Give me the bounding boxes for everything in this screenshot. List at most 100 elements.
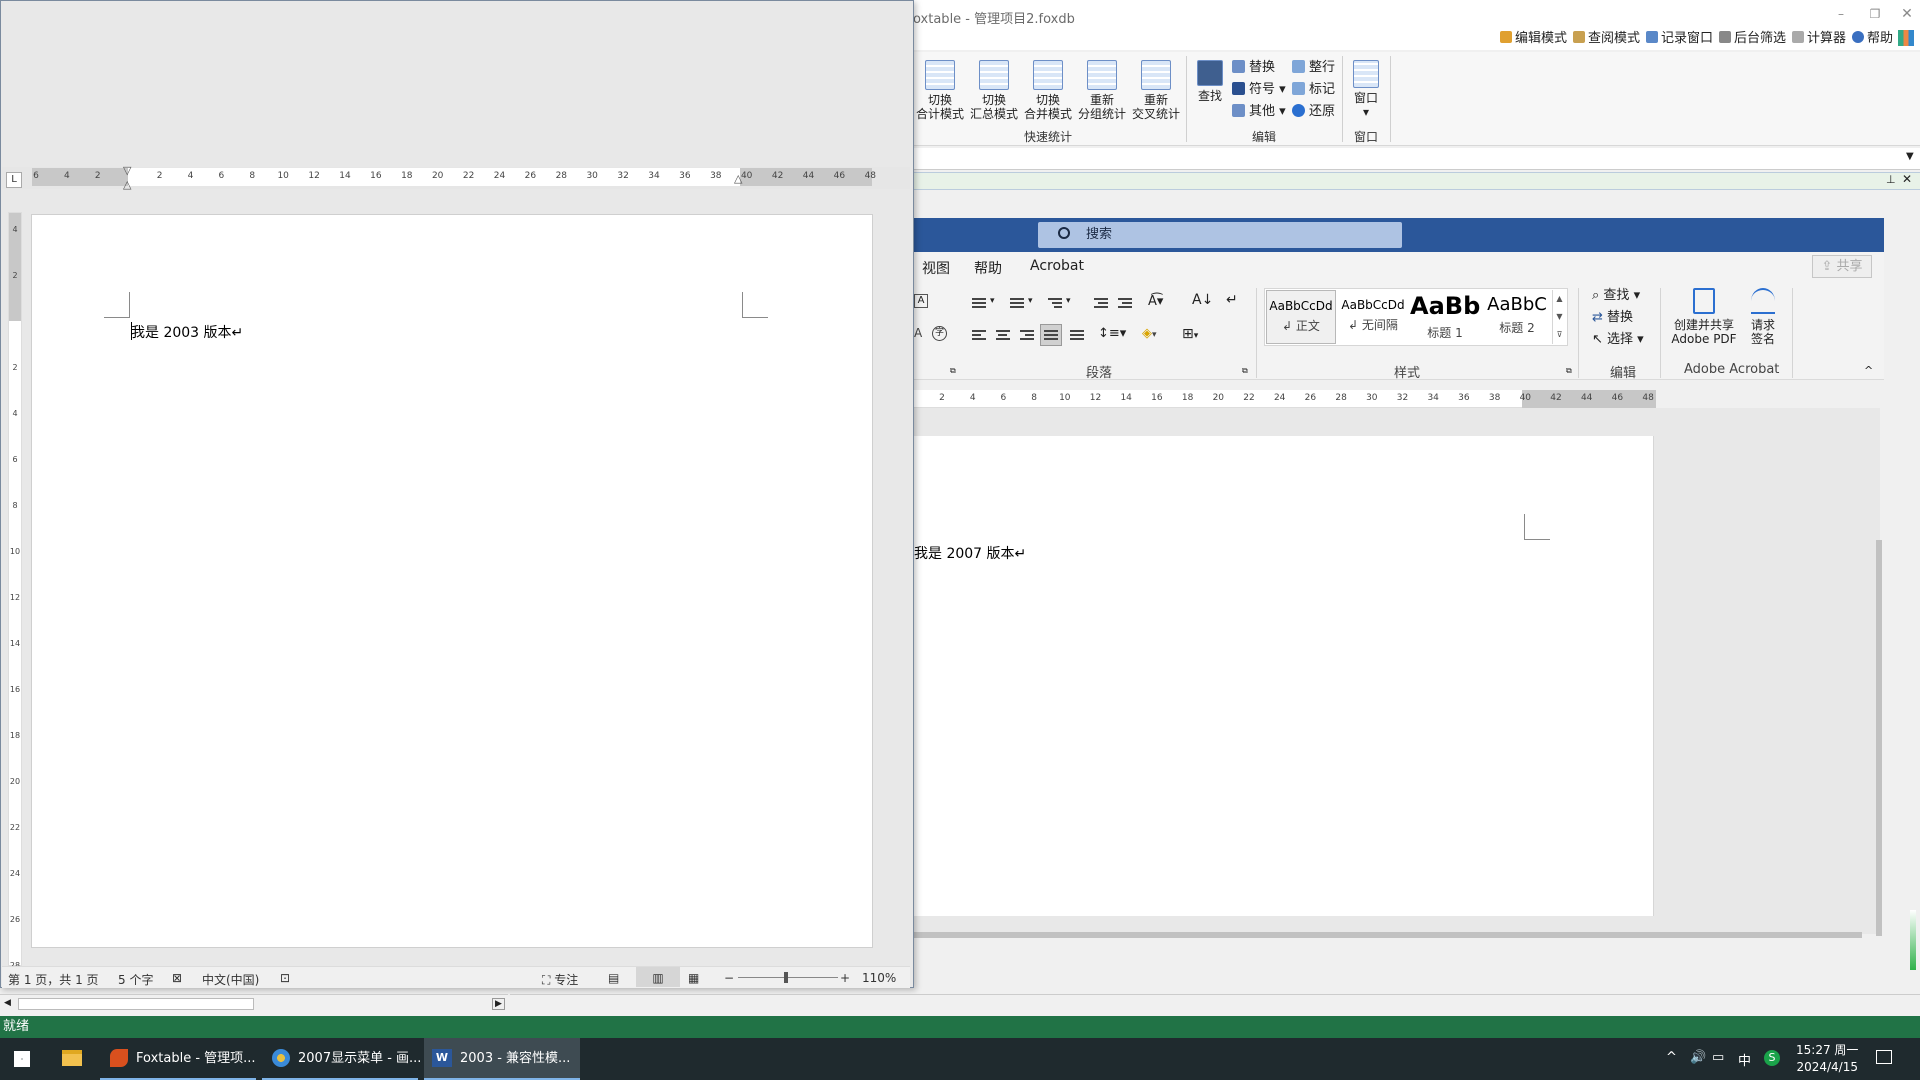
restore-action-button[interactable]: 还原 [1292,102,1335,122]
find-button[interactable]: ⌕ 查找 ▾ [1592,286,1640,306]
edit-mode-button[interactable]: 编辑模式 [1500,30,1567,48]
switch-total-mode-button[interactable]: 切换 合计模式 [914,60,966,121]
show-marks-icon[interactable]: ↵ [1226,292,1238,308]
word2003-horizontal-ruler[interactable]: 6 4 2 2 4 6 8 10 12 14 16 18 20 22 24 26 28 30 32 34 36 38 40 4… [32,168,876,186]
horizontal-scrollbar[interactable] [912,932,1862,938]
char-border-icon[interactable]: A [914,294,928,308]
restore-button[interactable]: ❐ [1864,4,1886,24]
align-right-icon[interactable] [1018,328,1036,342]
word2003-vertical-ruler[interactable]: 42246810121416182022242628 [8,212,22,970]
zoom-slider-thumb[interactable] [784,972,788,983]
align-center-icon[interactable] [994,328,1012,342]
help-button[interactable]: 帮助 [1852,30,1893,48]
share-button[interactable]: ⇪ 共享 [1812,255,1872,278]
recross-stats-button[interactable]: 重新 交叉统计 [1130,60,1182,121]
style-heading-1[interactable]: AaBb 标题 1 [1410,290,1480,344]
first-line-indent-marker[interactable]: ▽ [123,164,131,177]
zoom-level[interactable]: 110% [862,971,896,985]
collapse-ribbon-icon[interactable]: ^ [1864,364,1873,377]
mark-button[interactable]: 标记 [1292,80,1335,100]
increase-indent-icon[interactable] [1116,296,1134,310]
borders-icon[interactable]: ⊞▾ [1182,326,1198,342]
tab-acrobat[interactable]: Acrobat [1030,258,1084,274]
zoom-slider[interactable] [738,977,838,978]
replace-button[interactable]: ⇄ 替换 [1592,308,1633,328]
taskbar-app-foxtable[interactable]: Foxtable - 管理项... [100,1038,256,1080]
style-heading-2[interactable]: AaBbC 标题 2 [1482,290,1552,344]
taskbar-app-word[interactable]: W 2003 - 兼容性模... [424,1038,580,1080]
numbering-icon[interactable] [1008,296,1026,310]
create-share-pdf-button[interactable]: 创建并共享 Adobe PDF [1664,288,1744,346]
web-layout-icon[interactable]: ▦ [688,971,699,985]
style-normal[interactable]: AaBbCcDd ↲ 正文 [1266,290,1336,344]
scroll-right-icon[interactable]: ▶ [492,998,505,1010]
justify-icon[interactable] [1040,324,1062,346]
word2003-document-text[interactable]: 我是 2003 版本↵ [131,322,243,342]
switch-summary-mode-button[interactable]: 切换 汇总模式 [968,60,1020,121]
window-menu-button[interactable]: 窗口 ▾ [1346,60,1386,119]
word2007-document-text[interactable]: 我是 2007 版本↵ [914,543,1026,563]
pin-icon[interactable]: ⊥ [1886,173,1896,186]
tab-help[interactable]: 帮助 [974,258,1002,278]
record-window-button[interactable]: 记录窗口 [1646,30,1713,48]
other-button[interactable]: 其他 ▾ [1232,102,1286,122]
style-no-spacing[interactable]: AaBbCcDd ↲ 无间隔 [1338,290,1408,344]
foxtable-address-bar[interactable] [912,148,1920,170]
volume-icon[interactable]: 🔊 [1690,1050,1706,1065]
decrease-indent-icon[interactable] [1092,296,1110,310]
chevron-down-icon[interactable]: ▾ [1066,296,1071,306]
replace-button[interactable]: 替换 [1232,58,1275,78]
focus-button[interactable]: ⛶ 专注 [542,971,578,988]
zoom-in-button[interactable]: + [840,971,850,985]
symbol-button[interactable]: 符号 ▾ [1232,80,1286,100]
distributed-icon[interactable] [1068,328,1086,342]
scroll-thumb[interactable] [18,998,254,1010]
word-count[interactable]: 5 个字 [118,971,153,988]
sogou-icon[interactable]: S [1764,1050,1780,1066]
chevron-down-icon[interactable]: ▾ [990,296,995,306]
scroll-left-icon[interactable]: ◀ [4,998,11,1008]
print-layout-icon[interactable]: ▥ [636,967,680,987]
page-count[interactable]: 第 1 页，共 1 页 [8,971,99,988]
calculator-button[interactable]: 计算器 [1792,30,1846,48]
vertical-scrollbar[interactable] [1876,540,1882,936]
start-button[interactable] [14,1051,30,1067]
search-input[interactable]: 搜索 [1038,222,1402,248]
notifications-icon[interactable] [1876,1050,1892,1064]
language-indicator[interactable]: 中文(中国) [202,971,259,988]
close-button[interactable]: ✕ [1896,4,1918,24]
whole-row-button[interactable]: 整行 [1292,58,1335,78]
sort-icon[interactable]: A↓ [1192,292,1213,308]
file-explorer-icon[interactable] [62,1050,82,1066]
multilevel-list-icon[interactable] [1046,296,1064,310]
bullets-icon[interactable] [970,296,988,310]
regroup-stats-button[interactable]: 重新 分组统计 [1076,60,1128,121]
show-hidden-icons[interactable]: ^ [1666,1050,1677,1065]
proofing-icon[interactable]: ⊠ [172,971,182,985]
word2007-page[interactable] [912,436,1654,916]
chevron-down-icon[interactable]: ▼ [1906,151,1914,162]
minimize-button[interactable]: – [1830,4,1852,24]
select-button[interactable]: ↖ 选择 ▾ [1592,330,1644,350]
shading-icon[interactable]: ◈▾ [1142,326,1157,341]
char-shading-icon[interactable]: A [914,326,922,340]
ime-indicator[interactable]: 中 [1738,1050,1751,1069]
find-button[interactable]: 查找 [1190,60,1230,103]
view-mode-button[interactable]: 查阅模式 [1573,30,1640,48]
chinese-layout-icon[interactable]: A͡▾ [1148,294,1163,309]
tab-selector[interactable]: L [6,172,22,188]
enclose-char-icon[interactable]: 字 [932,326,947,341]
read-mode-icon[interactable]: ▤ [608,971,619,985]
styles-scroll[interactable]: ▲ ▼ ⊽ [1552,290,1566,344]
chevron-down-icon[interactable]: ▾ [1028,296,1033,306]
macro-icon[interactable]: ⊡ [280,971,290,985]
align-left-icon[interactable] [970,328,988,342]
panel-close-icon[interactable]: ✕ [1902,172,1912,186]
background-filter-button[interactable]: 后台筛选 [1719,30,1786,48]
dialog-launcher-icon[interactable]: ⧉ [950,366,956,376]
taskbar-app-paint[interactable]: 2007显示菜单 - 画... [262,1038,421,1080]
hanging-indent-marker[interactable]: △ [123,178,131,191]
foxtable-horizontal-scrollbar[interactable]: ◀ ▶ [0,994,508,1014]
dialog-launcher-icon[interactable]: ⧉ [1566,366,1572,376]
right-indent-marker[interactable]: △ [734,172,742,185]
